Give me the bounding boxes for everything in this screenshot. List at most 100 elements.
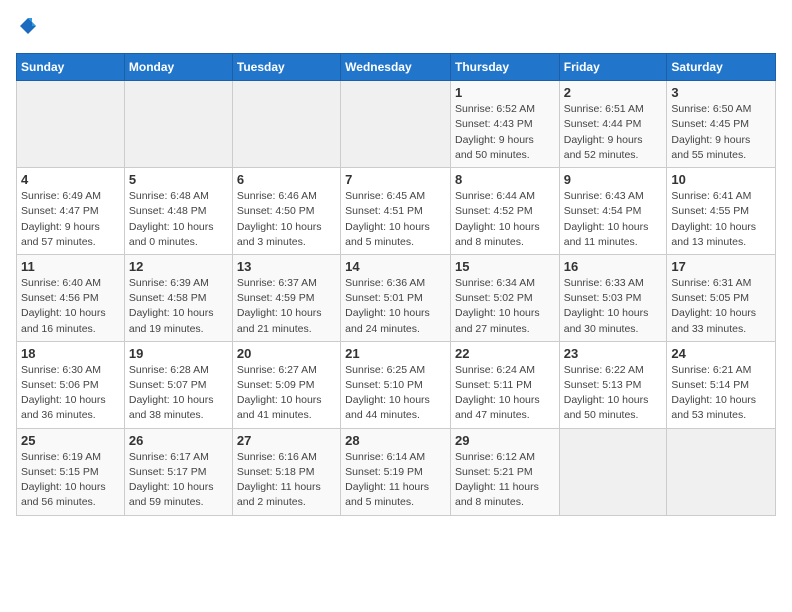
- day-number: 4: [21, 172, 120, 187]
- day-info: Sunrise: 6:39 AM Sunset: 4:58 PM Dayligh…: [129, 276, 228, 337]
- calendar-cell: 1 Sunrise: 6:52 AM Sunset: 4:43 PM Daylig…: [450, 81, 559, 168]
- calendar-cell: [341, 81, 451, 168]
- day-number: 16: [564, 259, 663, 274]
- calendar-cell: 8Sunrise: 6:44 AM Sunset: 4:52 PM Daylig…: [450, 168, 559, 255]
- day-number: 25: [21, 433, 120, 448]
- day-number: 24: [671, 346, 771, 361]
- day-number: 11: [21, 259, 120, 274]
- calendar-cell: 16 Sunrise: 6:33 AM Sunset: 5:03 PM Dayli…: [559, 254, 667, 341]
- calendar-cell: [124, 81, 232, 168]
- day-info: Sunrise: 6:36 AM Sunset: 5:01 PM Dayligh…: [345, 276, 446, 337]
- calendar-cell: 3 Sunrise: 6:50 AM Sunset: 4:45 PM Daylig…: [667, 81, 776, 168]
- calendar-cell: 9 Sunrise: 6:43 AM Sunset: 4:54 PM Daylig…: [559, 168, 667, 255]
- calendar-cell: 10Sunrise: 6:41 AM Sunset: 4:55 PM Dayli…: [667, 168, 776, 255]
- day-info: Sunrise: 6:31 AM Sunset: 5:05 PM Dayligh…: [671, 276, 771, 337]
- day-number: 7: [345, 172, 446, 187]
- day-number: 17: [671, 259, 771, 274]
- day-number: 22: [455, 346, 555, 361]
- calendar-cell: 6Sunrise: 6:46 AM Sunset: 4:50 PM Daylig…: [232, 168, 340, 255]
- calendar-cell: 15 Sunrise: 6:34 AM Sunset: 5:02 PM Dayli…: [450, 254, 559, 341]
- calendar-cell: 20 Sunrise: 6:27 AM Sunset: 5:09 PM Dayli…: [232, 341, 340, 428]
- calendar-cell: 11Sunrise: 6:40 AM Sunset: 4:56 PM Dayli…: [17, 254, 125, 341]
- calendar-week-2: 4 Sunrise: 6:49 AM Sunset: 4:47 PM Daylig…: [17, 168, 776, 255]
- calendar-cell: 22 Sunrise: 6:24 AM Sunset: 5:11 PM Dayli…: [450, 341, 559, 428]
- day-info: Sunrise: 6:43 AM Sunset: 4:54 PM Dayligh…: [564, 189, 663, 250]
- day-info: Sunrise: 6:14 AM Sunset: 5:19 PM Dayligh…: [345, 450, 446, 511]
- calendar-cell: 23 Sunrise: 6:22 AM Sunset: 5:13 PM Dayli…: [559, 341, 667, 428]
- calendar-cell: 19 Sunrise: 6:28 AM Sunset: 5:07 PM Dayli…: [124, 341, 232, 428]
- day-info: Sunrise: 6:24 AM Sunset: 5:11 PM Dayligh…: [455, 363, 555, 424]
- day-number: 21: [345, 346, 446, 361]
- day-info: Sunrise: 6:17 AM Sunset: 5:17 PM Dayligh…: [129, 450, 228, 511]
- day-info: Sunrise: 6:49 AM Sunset: 4:47 PM Dayligh…: [21, 189, 120, 250]
- calendar-cell: 25 Sunrise: 6:19 AM Sunset: 5:15 PM Dayli…: [17, 428, 125, 515]
- day-info: Sunrise: 6:30 AM Sunset: 5:06 PM Dayligh…: [21, 363, 120, 424]
- weekday-header-wednesday: Wednesday: [341, 54, 451, 81]
- calendar-table: SundayMondayTuesdayWednesdayThursdayFrid…: [16, 53, 776, 515]
- day-info: Sunrise: 6:48 AM Sunset: 4:48 PM Dayligh…: [129, 189, 228, 250]
- day-number: 13: [237, 259, 336, 274]
- day-number: 20: [237, 346, 336, 361]
- calendar-cell: 24 Sunrise: 6:21 AM Sunset: 5:14 PM Dayli…: [667, 341, 776, 428]
- day-info: Sunrise: 6:34 AM Sunset: 5:02 PM Dayligh…: [455, 276, 555, 337]
- day-info: Sunrise: 6:12 AM Sunset: 5:21 PM Dayligh…: [455, 450, 555, 511]
- day-number: 27: [237, 433, 336, 448]
- calendar-cell: [232, 81, 340, 168]
- day-info: Sunrise: 6:25 AM Sunset: 5:10 PM Dayligh…: [345, 363, 446, 424]
- calendar-cell: 27 Sunrise: 6:16 AM Sunset: 5:18 PM Dayli…: [232, 428, 340, 515]
- day-info: Sunrise: 6:22 AM Sunset: 5:13 PM Dayligh…: [564, 363, 663, 424]
- calendar-week-4: 18 Sunrise: 6:30 AM Sunset: 5:06 PM Dayli…: [17, 341, 776, 428]
- weekday-header-monday: Monday: [124, 54, 232, 81]
- day-number: 23: [564, 346, 663, 361]
- calendar-cell: 7Sunrise: 6:45 AM Sunset: 4:51 PM Daylig…: [341, 168, 451, 255]
- page-header: [16, 16, 776, 41]
- day-number: 19: [129, 346, 228, 361]
- calendar-body: 1 Sunrise: 6:52 AM Sunset: 4:43 PM Daylig…: [17, 81, 776, 515]
- calendar-cell: 4 Sunrise: 6:49 AM Sunset: 4:47 PM Daylig…: [17, 168, 125, 255]
- calendar-cell: 13 Sunrise: 6:37 AM Sunset: 4:59 PM Dayli…: [232, 254, 340, 341]
- day-info: Sunrise: 6:19 AM Sunset: 5:15 PM Dayligh…: [21, 450, 120, 511]
- calendar-cell: 18 Sunrise: 6:30 AM Sunset: 5:06 PM Dayli…: [17, 341, 125, 428]
- day-info: Sunrise: 6:27 AM Sunset: 5:09 PM Dayligh…: [237, 363, 336, 424]
- day-info: Sunrise: 6:37 AM Sunset: 4:59 PM Dayligh…: [237, 276, 336, 337]
- day-info: Sunrise: 6:50 AM Sunset: 4:45 PM Dayligh…: [671, 102, 771, 163]
- calendar-cell: 21 Sunrise: 6:25 AM Sunset: 5:10 PM Dayli…: [341, 341, 451, 428]
- calendar-cell: 14 Sunrise: 6:36 AM Sunset: 5:01 PM Dayli…: [341, 254, 451, 341]
- day-info: Sunrise: 6:52 AM Sunset: 4:43 PM Dayligh…: [455, 102, 555, 163]
- day-number: 14: [345, 259, 446, 274]
- calendar-cell: [559, 428, 667, 515]
- day-number: 2: [564, 85, 663, 100]
- day-info: Sunrise: 6:21 AM Sunset: 5:14 PM Dayligh…: [671, 363, 771, 424]
- calendar-week-5: 25 Sunrise: 6:19 AM Sunset: 5:15 PM Dayli…: [17, 428, 776, 515]
- day-number: 28: [345, 433, 446, 448]
- calendar-header-row: SundayMondayTuesdayWednesdayThursdayFrid…: [17, 54, 776, 81]
- day-info: Sunrise: 6:28 AM Sunset: 5:07 PM Dayligh…: [129, 363, 228, 424]
- day-info: Sunrise: 6:51 AM Sunset: 4:44 PM Dayligh…: [564, 102, 663, 163]
- day-number: 18: [21, 346, 120, 361]
- calendar-cell: 29Sunrise: 6:12 AM Sunset: 5:21 PM Dayli…: [450, 428, 559, 515]
- weekday-header-sunday: Sunday: [17, 54, 125, 81]
- day-number: 26: [129, 433, 228, 448]
- calendar-cell: 26 Sunrise: 6:17 AM Sunset: 5:17 PM Dayli…: [124, 428, 232, 515]
- day-number: 6: [237, 172, 336, 187]
- day-info: Sunrise: 6:44 AM Sunset: 4:52 PM Dayligh…: [455, 189, 555, 250]
- day-info: Sunrise: 6:16 AM Sunset: 5:18 PM Dayligh…: [237, 450, 336, 511]
- logo: [16, 16, 38, 41]
- day-info: Sunrise: 6:33 AM Sunset: 5:03 PM Dayligh…: [564, 276, 663, 337]
- weekday-header-thursday: Thursday: [450, 54, 559, 81]
- calendar-cell: 2 Sunrise: 6:51 AM Sunset: 4:44 PM Daylig…: [559, 81, 667, 168]
- day-number: 1: [455, 85, 555, 100]
- weekday-header-tuesday: Tuesday: [232, 54, 340, 81]
- weekday-header-friday: Friday: [559, 54, 667, 81]
- day-number: 9: [564, 172, 663, 187]
- day-number: 15: [455, 259, 555, 274]
- calendar-week-3: 11Sunrise: 6:40 AM Sunset: 4:56 PM Dayli…: [17, 254, 776, 341]
- day-number: 3: [671, 85, 771, 100]
- weekday-header-saturday: Saturday: [667, 54, 776, 81]
- calendar-cell: 12 Sunrise: 6:39 AM Sunset: 4:58 PM Dayli…: [124, 254, 232, 341]
- day-number: 10: [671, 172, 771, 187]
- day-number: 5: [129, 172, 228, 187]
- calendar-cell: 5 Sunrise: 6:48 AM Sunset: 4:48 PM Daylig…: [124, 168, 232, 255]
- day-number: 12: [129, 259, 228, 274]
- calendar-cell: [17, 81, 125, 168]
